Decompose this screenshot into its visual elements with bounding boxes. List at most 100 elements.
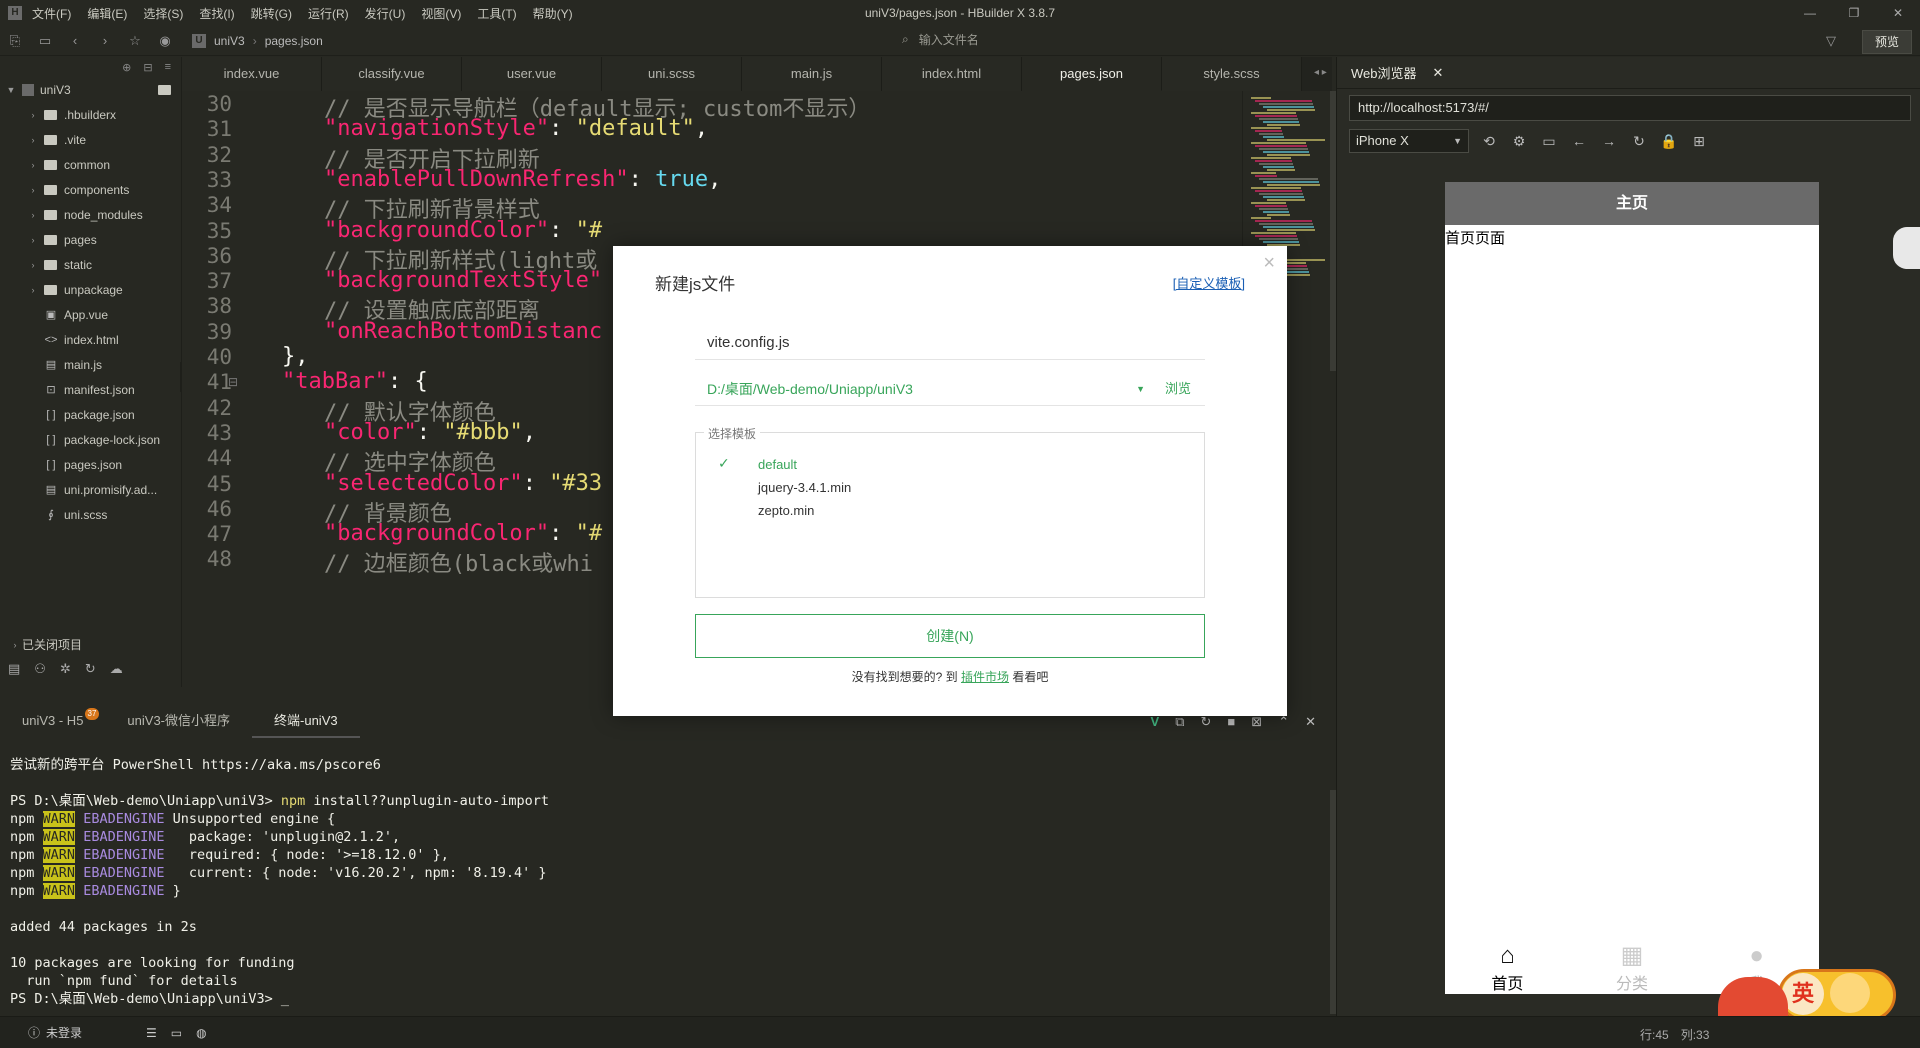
url-input[interactable]: http://localhost:5173/#/ bbox=[1349, 95, 1911, 121]
code-line[interactable]: "navigationStyle": "default", bbox=[324, 116, 708, 141]
menu-item[interactable]: 文件(F) bbox=[32, 5, 71, 22]
qrcode-icon[interactable]: ⊞ bbox=[1689, 133, 1709, 150]
tree-item[interactable]: ▤ uni.promisify.ad... bbox=[0, 477, 181, 502]
forward-icon[interactable]: › bbox=[90, 33, 120, 48]
device-select[interactable]: iPhone X ▼ bbox=[1349, 129, 1469, 153]
menu-item[interactable]: 帮助(Y) bbox=[533, 5, 573, 22]
restart-icon[interactable]: ↻ bbox=[1201, 714, 1212, 730]
star-icon[interactable]: ☆ bbox=[120, 33, 150, 49]
plugin-market-link[interactable]: 插件市场 bbox=[961, 670, 1009, 684]
back-icon[interactable]: ‹ bbox=[60, 33, 90, 48]
code-line[interactable]: "enablePullDownRefresh": true, bbox=[324, 167, 721, 192]
tree-item[interactable]: › static bbox=[0, 252, 181, 277]
phone-tab-grid[interactable]: ▦ 分类 bbox=[1570, 938, 1695, 994]
fold-icon[interactable]: ⊟ bbox=[228, 375, 238, 389]
tree-item[interactable]: › components bbox=[0, 177, 181, 202]
vue-icon[interactable]: V bbox=[1151, 714, 1160, 730]
code-line[interactable]: "backgroundTextStyle" bbox=[324, 268, 602, 293]
tree-item[interactable]: ▣ App.vue bbox=[0, 302, 181, 327]
tree-item[interactable]: › .hbuilderx bbox=[0, 102, 181, 127]
file-search[interactable]: ⌕ 输入文件名 bbox=[902, 31, 979, 48]
tree-item[interactable]: ▤ main.js bbox=[0, 352, 181, 377]
code-line[interactable]: "backgroundColor": "# bbox=[324, 521, 602, 546]
console-tab[interactable]: uniV3-微信小程序 bbox=[105, 704, 252, 738]
terminal-output[interactable]: 尝试新的跨平台 PowerShell https://aka.ms/pscore… bbox=[0, 740, 1330, 1014]
tab-user-vue[interactable]: user.vue bbox=[462, 57, 602, 91]
cursor-position[interactable]: 行:45 列:33 bbox=[1640, 1026, 1709, 1043]
template-item-jquery[interactable]: jquery-3.4.1.min bbox=[758, 480, 851, 495]
floating-handle[interactable] bbox=[1893, 227, 1920, 269]
close-console-icon[interactable]: ✕ bbox=[1305, 714, 1316, 730]
chevron-down-icon[interactable]: ▼ bbox=[1136, 372, 1145, 406]
close-icon[interactable]: ✕ bbox=[1876, 0, 1920, 26]
maximize-icon[interactable]: ⌃ bbox=[1278, 714, 1289, 730]
forward-icon[interactable]: → bbox=[1599, 133, 1619, 149]
breadcrumb-file[interactable]: pages.json bbox=[265, 34, 323, 48]
tree-item[interactable]: ∮ uni.scss bbox=[0, 502, 181, 527]
tab-pages-json[interactable]: pages.json bbox=[1022, 57, 1162, 91]
menu-item[interactable]: 工具(T) bbox=[477, 5, 516, 22]
breadcrumb-project[interactable]: uniV3 bbox=[214, 34, 245, 48]
ime-language-indicator[interactable]: 英 bbox=[1782, 973, 1824, 1015]
tree-item[interactable]: [ ] pages.json bbox=[0, 452, 181, 477]
sync-icon[interactable]: ↻ bbox=[85, 661, 96, 677]
console-tab[interactable]: 终端-uniV3 bbox=[252, 704, 360, 738]
tree-item[interactable]: › pages bbox=[0, 227, 181, 252]
preview-button[interactable]: 预览 bbox=[1862, 30, 1912, 54]
menu-item[interactable]: 运行(R) bbox=[308, 5, 349, 22]
filter-icon[interactable]: ▽ bbox=[1826, 33, 1836, 49]
clear-icon[interactable]: ⊠ bbox=[1251, 714, 1262, 730]
project-root[interactable]: ▼ uniV3 bbox=[0, 77, 181, 102]
tree-item[interactable]: ⊡ manifest.json bbox=[0, 377, 181, 402]
template-item-zepto[interactable]: zepto.min bbox=[758, 503, 814, 518]
locate-icon[interactable]: ⊕ bbox=[122, 61, 131, 74]
closed-projects[interactable]: › 已关闭项目 bbox=[0, 632, 182, 657]
tab-classify-vue[interactable]: classify.vue bbox=[322, 57, 462, 91]
tab-index-html[interactable]: index.html bbox=[882, 57, 1022, 91]
refresh-icon[interactable]: ↻ bbox=[1629, 133, 1649, 150]
menu-item[interactable]: 跳转(G) bbox=[251, 5, 292, 22]
tree-item[interactable]: [ ] package.json bbox=[0, 402, 181, 427]
menu-item[interactable]: 查找(I) bbox=[199, 5, 234, 22]
open-external-icon[interactable]: ⧉ bbox=[1175, 714, 1184, 730]
template-item-default[interactable]: default bbox=[758, 457, 797, 472]
phone-tab-home[interactable]: ⌂ 首页 bbox=[1445, 938, 1570, 994]
file-search-input[interactable]: 输入文件名 bbox=[919, 31, 979, 48]
code-line[interactable]: "backgroundColor": "# bbox=[324, 218, 602, 243]
code-line[interactable]: "color": "#bbb", bbox=[324, 420, 536, 445]
tree-item[interactable]: › node_modules bbox=[0, 202, 181, 227]
filename-input[interactable]: vite.config.js bbox=[695, 326, 1205, 360]
new-file-icon[interactable]: ⎘ bbox=[0, 33, 30, 49]
debug-icon[interactable]: ✲ bbox=[60, 661, 71, 677]
close-icon[interactable]: × bbox=[1263, 252, 1275, 275]
create-button[interactable]: 创建(N) bbox=[695, 614, 1205, 658]
save-icon[interactable]: ▭ bbox=[30, 33, 60, 49]
login-status[interactable]: 未登录 bbox=[46, 1024, 82, 1041]
globe-icon[interactable]: ◍ bbox=[196, 1026, 206, 1040]
path-select[interactable]: D:/桌面/Web-demo/Uniapp/uniV3 ▼ 浏览 bbox=[695, 372, 1205, 406]
devtools-icon[interactable]: ▭ bbox=[1539, 133, 1559, 150]
tab-scroll-arrows[interactable]: ◂ ▸ bbox=[1314, 67, 1327, 78]
menu-item[interactable]: 发行(U) bbox=[365, 5, 406, 22]
explorer-menu-icon[interactable]: ≡ bbox=[165, 61, 171, 73]
tree-item[interactable]: › .vite bbox=[0, 127, 181, 152]
restore-icon[interactable]: ❐ bbox=[1832, 0, 1876, 26]
tree-item[interactable]: › unpackage bbox=[0, 277, 181, 302]
outline-icon[interactable]: ☰ bbox=[146, 1026, 157, 1040]
menu-item[interactable]: 视图(V) bbox=[421, 5, 461, 22]
code-line[interactable]: "onReachBottomDistanc bbox=[324, 319, 602, 344]
tab-uni-scss[interactable]: uni.scss bbox=[602, 57, 742, 91]
browse-button[interactable]: 浏览 bbox=[1165, 372, 1191, 406]
cloud-icon[interactable]: ☁ bbox=[110, 661, 123, 677]
plugin-icon[interactable]: ⚇ bbox=[34, 661, 46, 677]
browser-tab[interactable]: Web浏览器 ✕ bbox=[1337, 57, 1920, 89]
stop-icon[interactable]: ■ bbox=[1227, 714, 1235, 730]
minimize-icon[interactable]: — bbox=[1788, 0, 1832, 26]
rotate-icon[interactable]: ⟲ bbox=[1479, 133, 1499, 150]
tab-index-vue[interactable]: index.vue bbox=[182, 57, 322, 91]
tab-main-js[interactable]: main.js bbox=[742, 57, 882, 91]
lock-icon[interactable]: 🔒 bbox=[1659, 133, 1679, 150]
collapse-all-icon[interactable]: ⊟ bbox=[143, 61, 152, 74]
tree-item[interactable]: <> index.html bbox=[0, 327, 181, 352]
close-icon[interactable]: ✕ bbox=[1433, 65, 1444, 81]
